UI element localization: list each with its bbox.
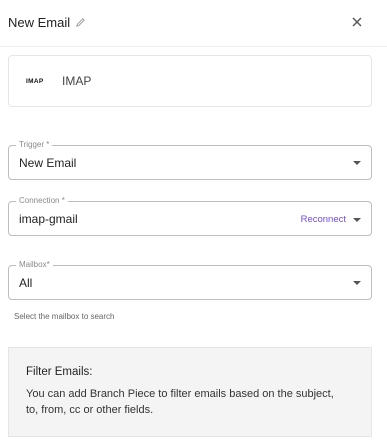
chevron-down-icon[interactable] [353,161,361,165]
piece-name: IMAP [62,74,92,88]
trigger-select[interactable]: Trigger * New Email [8,140,372,180]
mailbox-label: Mailbox* [16,260,53,270]
connection-value: imap-gmail [19,212,78,226]
connection-select[interactable]: Connection * imap-gmail Reconnect [8,196,372,236]
step-title[interactable]: New Email [8,15,86,30]
imap-logo: IMAP [26,78,44,85]
connection-label: Connection * [16,196,68,206]
mailbox-value: All [19,276,33,290]
pencil-icon[interactable] [75,17,86,28]
piece-card: IMAP IMAP [8,55,372,107]
chevron-down-icon[interactable] [353,218,361,222]
close-icon[interactable] [349,14,365,30]
trigger-label: Trigger * [16,140,53,150]
trigger-value: New Email [19,156,77,170]
filter-info-box: Filter Emails: You can add Branch Piece … [8,347,372,437]
step-title-text: New Email [8,15,71,30]
filter-title: Filter Emails: [26,366,93,378]
mailbox-select[interactable]: Mailbox* All [8,260,372,300]
reconnect-link[interactable]: Reconnect [301,214,346,225]
panel-header: New Email [0,0,387,47]
filter-description: You can add Branch Piece to filter email… [26,388,334,416]
mailbox-helper-text: Select the mailbox to search [14,312,115,321]
chevron-down-icon[interactable] [353,281,361,285]
